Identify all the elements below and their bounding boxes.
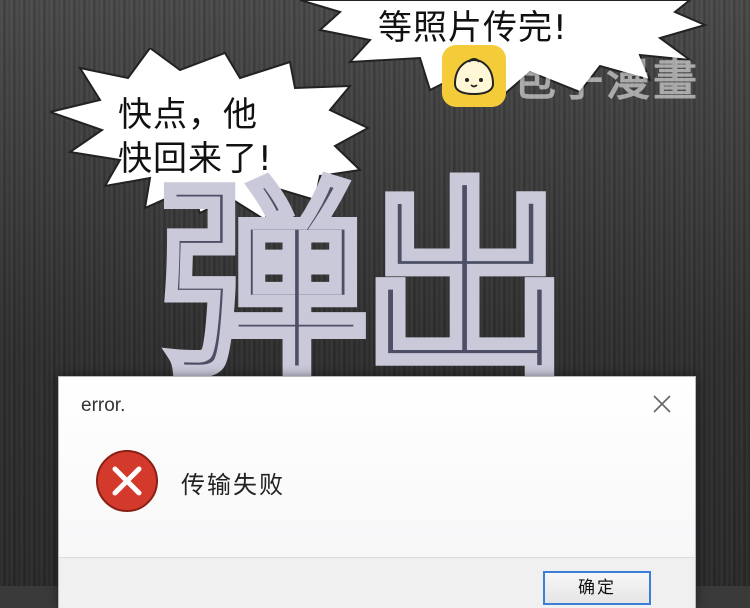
watermark-logo: 包子漫畫 <box>442 45 700 107</box>
speech-text-left-line1: 快点，他 <box>118 95 258 135</box>
close-button[interactable] <box>649 391 675 417</box>
bun-logo-icon <box>442 45 506 107</box>
error-x-icon <box>95 449 159 513</box>
dialog-title: error. <box>81 395 126 416</box>
error-message: 传输失败 <box>181 471 285 499</box>
ok-button[interactable]: 确定 <box>543 571 651 605</box>
close-icon <box>653 395 671 413</box>
dialog-footer: 确定 <box>59 557 695 608</box>
error-dialog: error. 传输失败 确定 <box>58 376 696 608</box>
big-onomatopoeia: 弹出 <box>155 160 573 405</box>
watermark-brand: 包子漫畫 <box>512 55 700 106</box>
